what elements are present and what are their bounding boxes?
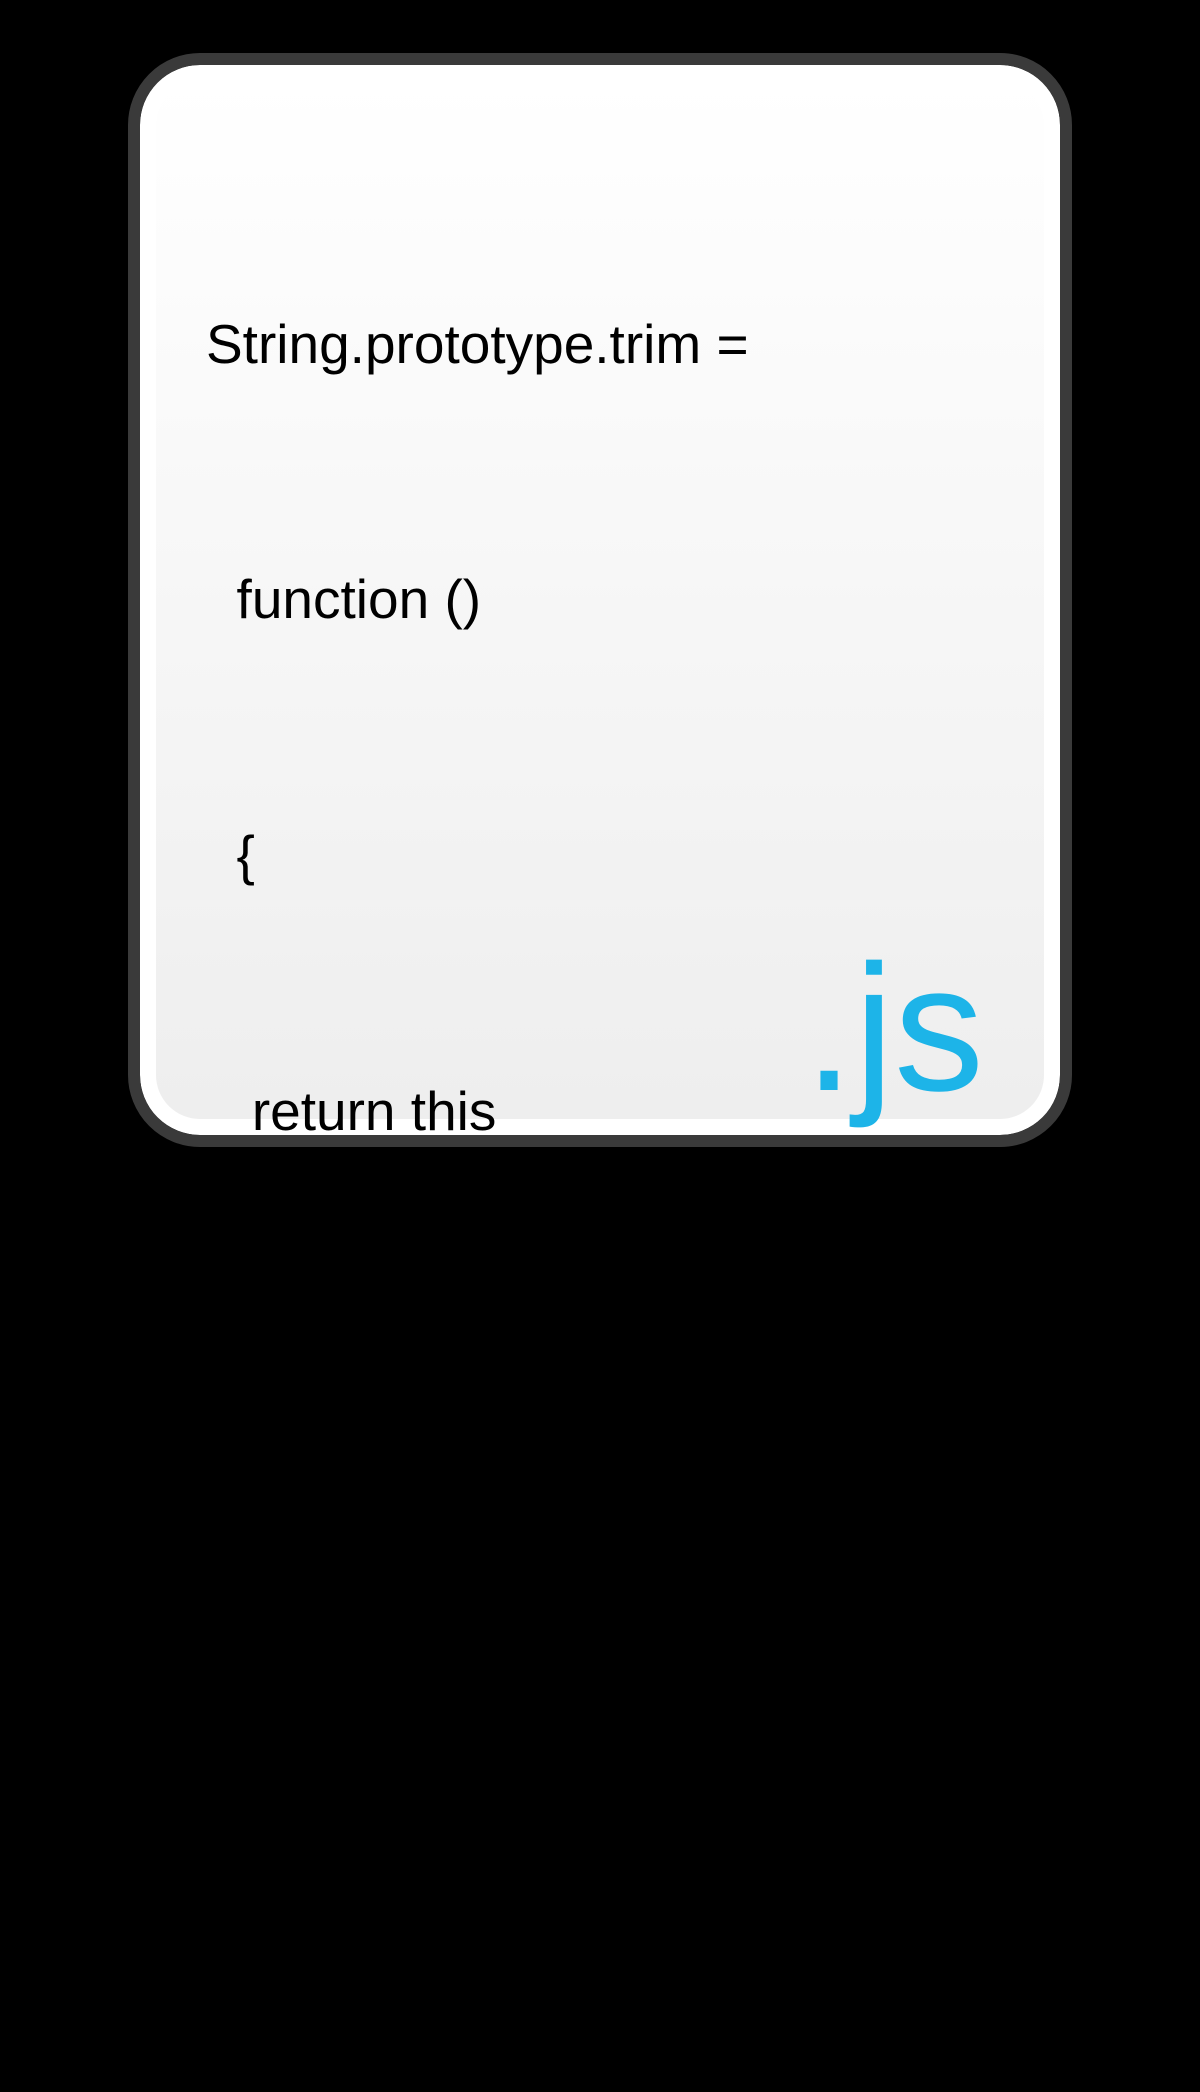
js-file-icon: String.prototype.trim = function () { re… bbox=[140, 65, 1060, 1135]
code-line: } bbox=[206, 1836, 1004, 1921]
code-line: .replace (/^\s+/, "") bbox=[206, 1325, 1004, 1410]
code-line: String.prototype.trim = bbox=[206, 302, 1004, 387]
code-line: function () bbox=[206, 557, 1004, 642]
code-line: .replace (/\s+$/, ""); bbox=[206, 1580, 1004, 1665]
file-extension-label: .js bbox=[804, 939, 984, 1119]
code-line: { bbox=[206, 813, 1004, 898]
